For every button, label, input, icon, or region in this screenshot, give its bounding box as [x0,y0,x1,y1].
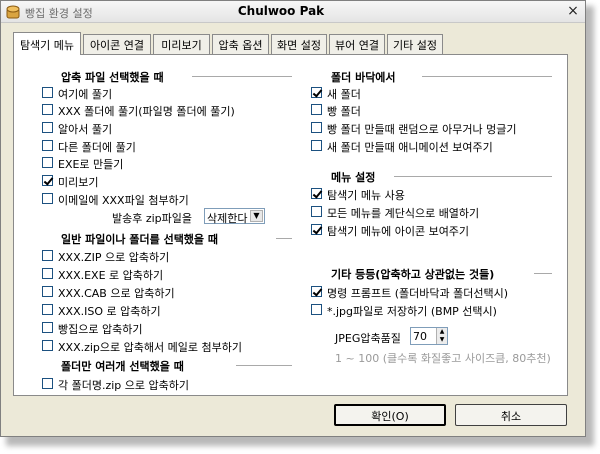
checkbox[interactable] [311,224,322,235]
tab-label: 미리보기 [161,39,202,52]
checkbox[interactable] [42,340,53,351]
checkbox[interactable] [42,122,53,133]
checkbox[interactable] [311,87,322,98]
option-label: XXX.CAB 으로 압축하기 [58,287,175,300]
group-title-misc: 기타 등등(압축하고 상관없는 것들) [331,268,495,281]
checkbox[interactable] [42,378,53,389]
tab-preview[interactable]: 미리보기 [153,34,210,54]
close-icon[interactable]: × [565,4,581,19]
option-label: 여기에 풀기 [58,88,113,101]
checkbox[interactable] [42,140,53,151]
tab-label: 아이콘 연결 [89,39,145,52]
tab-viewer-association[interactable]: 뷰어 연결 [329,34,385,54]
option-label: 빵 폴더 [327,105,361,118]
tab-label: 탐색기 메뉴 [19,39,75,52]
checkbox[interactable] [311,140,322,151]
tab-explorer-menu[interactable]: 탐색기 메뉴 [13,32,81,55]
tab-panel-explorer-menu: 압축 파일 선택했을 때 여기에 풀기 XXX 폴더에 풀기(파일명 폴더에 풀… [13,54,568,396]
option-label: EXE로 만들기 [58,158,124,171]
group-divider [422,76,552,77]
checkbox[interactable] [311,188,322,199]
group-title-file-selected: 일반 파일이나 폴더를 선택했을 때 [61,233,218,246]
option-label: XXX.ISO 로 압축하기 [58,305,161,318]
checkbox[interactable] [42,304,53,315]
checkbox[interactable] [311,122,322,133]
group-title-folder-background: 폴더 바닥에서 [331,71,396,84]
checkbox[interactable] [42,250,53,261]
tab-label: 화면 설정 [277,39,321,52]
checkbox[interactable] [42,193,53,204]
tab-icon-association[interactable]: 아이콘 연결 [83,34,151,54]
spin-arrows-icon[interactable]: ▲ ▼ [436,328,447,344]
group-title-menu-settings: 메뉴 설정 [331,171,376,184]
option-label: 빵 폴더 만들때 랜덤으로 아무거나 멍글기 [327,123,517,136]
jpeg-quality-label: JPEG압축품질 [335,332,401,345]
tab-label: 압축 옵션 [218,39,263,52]
tab-label: 뷰어 연결 [335,39,379,52]
jpeg-quality-hint: 1 ~ 100 (클수록 화질좋고 사이즈큼, 80추천) [335,352,551,365]
option-label: XXX.zip으로 압축해서 메일로 첨부하기 [58,341,242,354]
option-label: 모든 메뉴를 계단식으로 배열하기 [327,207,480,220]
group-divider [192,76,292,77]
option-label: 새 폴더 [327,88,361,101]
tab-other-settings[interactable]: 기타 설정 [387,34,443,54]
checkbox[interactable] [42,175,53,186]
checkbox[interactable] [42,157,53,168]
ok-button[interactable]: 확인(O) [334,404,446,426]
option-label: 알아서 풀기 [58,123,113,136]
tab-screen-settings[interactable]: 화면 설정 [271,34,327,54]
sent-zip-label: 발송후 zip파일을 [112,212,193,225]
checkbox[interactable] [42,286,53,297]
option-label: 미리보기 [58,176,99,189]
checkbox[interactable] [311,206,322,217]
title-bar[interactable]: 빵집 환경 설정 Chulwoo Pak × [1,1,585,23]
checkbox[interactable] [42,322,53,333]
sent-zip-action-select[interactable]: 삭제한다 ▼ [204,208,265,225]
chevron-down-icon[interactable]: ▼ [250,210,263,222]
group-divider [534,273,552,274]
option-label: 이메일에 XXX파일 첨부하기 [58,194,189,207]
group-title-archive-selected: 압축 파일 선택했을 때 [61,71,164,84]
group-divider [236,365,292,366]
jpeg-quality-spinner[interactable]: 70 ▲ ▼ [410,327,448,345]
option-label: 명령 프롬프트 (폴더바닥과 폴더선택시) [327,287,508,300]
checkbox[interactable] [311,286,322,297]
select-value: 삭제한다 [207,212,248,225]
settings-dialog: 빵집 환경 설정 Chulwoo Pak × 탐색기 메뉴 아이콘 연결 미리보… [0,0,586,437]
tab-compression-options[interactable]: 압축 옵션 [212,34,269,54]
tab-label: 기타 설정 [393,39,437,52]
option-label: 빵집으로 압축하기 [58,323,143,336]
checkbox[interactable] [311,104,322,115]
option-label: XXX 폴더에 풀기(파일명 폴더에 풀기) [58,105,235,118]
option-label: 각 폴더명.zip 으로 압축하기 [58,379,189,392]
group-divider [394,176,552,177]
option-label: *.jpg파일로 저장하기 (BMP 선택시) [327,305,497,318]
group-divider [276,238,292,239]
option-label: XXX.EXE 로 압축하기 [58,269,164,282]
option-label: 다른 폴더에 풀기 [58,141,136,154]
option-label: 새 폴더 만들때 애니메이션 보여주기 [327,141,493,154]
spinner-value: 70 [413,330,427,343]
checkbox[interactable] [42,104,53,115]
option-label: XXX.ZIP 으로 압축하기 [58,251,170,264]
checkbox[interactable] [311,304,322,315]
option-label: 탐색기 메뉴 사용 [327,189,405,202]
group-title-folders-selected: 폴더만 여러개 선택했을 때 [61,360,184,373]
checkbox[interactable] [42,87,53,98]
option-label: 탐색기 메뉴에 아이콘 보여주기 [327,225,470,238]
cancel-button[interactable]: 취소 [455,404,567,426]
checkbox[interactable] [42,268,53,279]
window-title-author: Chulwoo Pak [237,4,325,18]
